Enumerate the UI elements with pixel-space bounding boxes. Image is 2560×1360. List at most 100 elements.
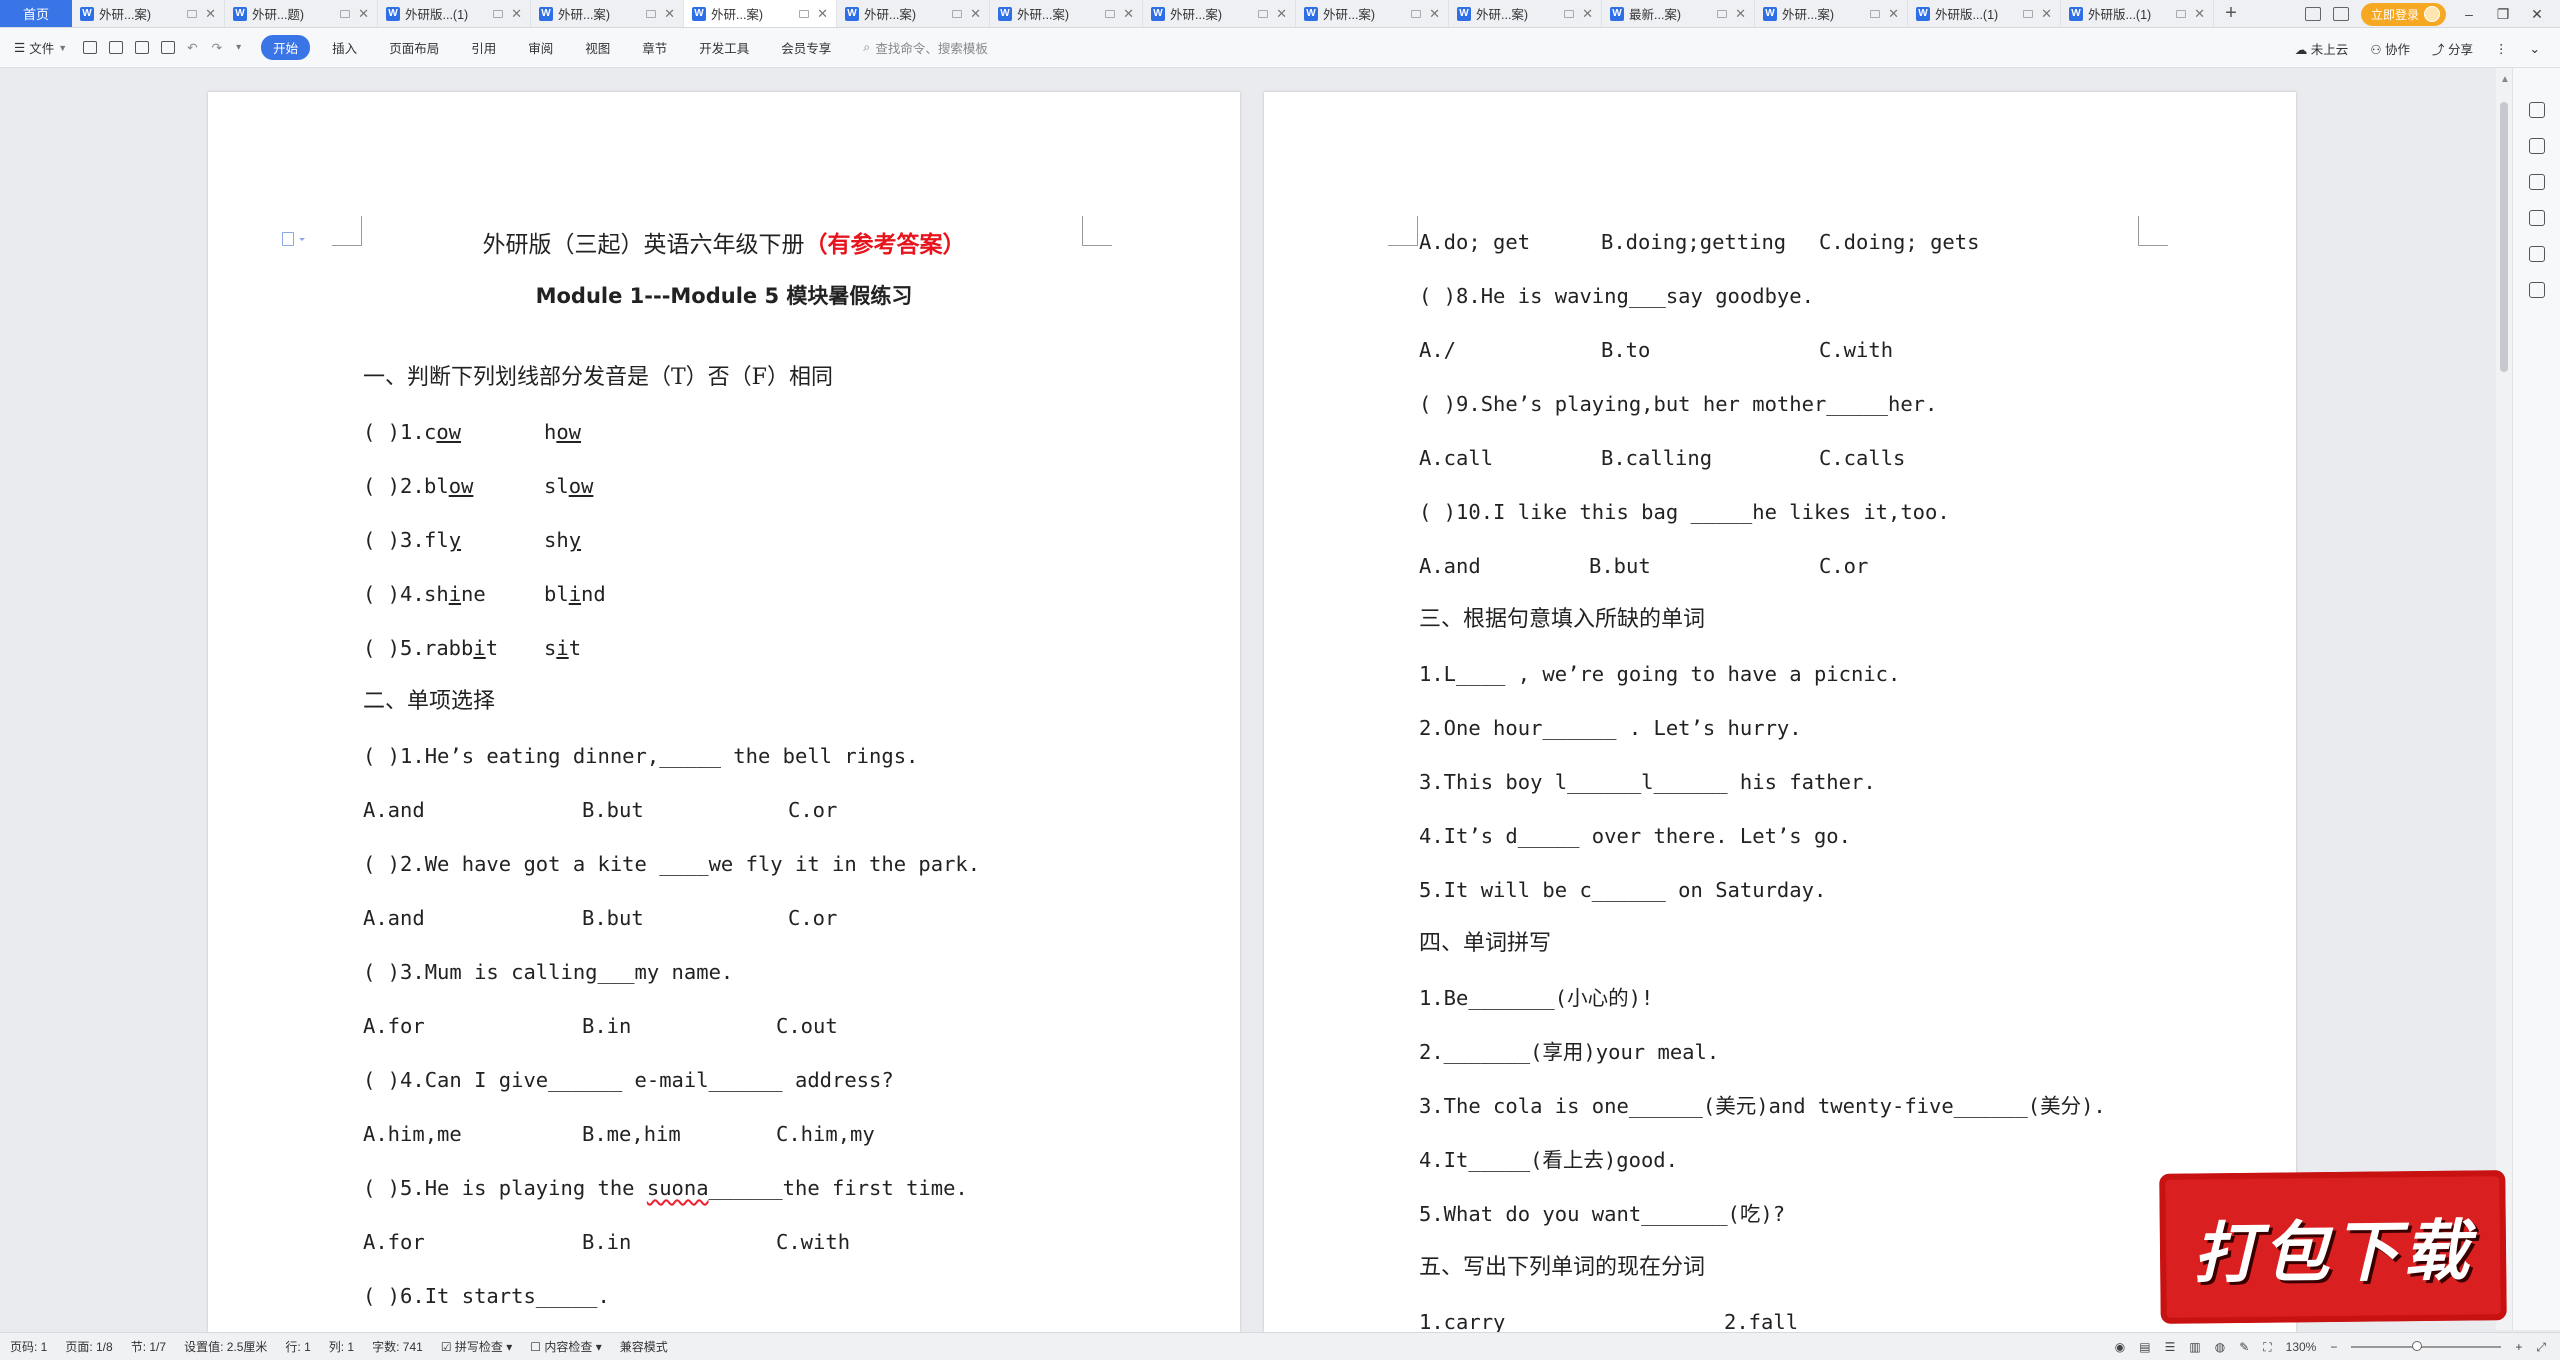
zoom-value[interactable]: 130% [2286, 1340, 2317, 1354]
ribbon-tab[interactable]: 章节 [642, 38, 667, 57]
document-tab[interactable]: W 外研...案) ✕ [837, 0, 990, 27]
close-tab-icon[interactable]: ✕ [511, 6, 522, 22]
home-tab[interactable]: 首页 [0, 0, 72, 27]
close-tab-icon[interactable]: ✕ [2041, 6, 2052, 22]
document-tab[interactable]: W 最新...案) ✕ [1602, 0, 1755, 27]
ribbon-tab[interactable]: 审阅 [528, 38, 553, 57]
close-tab-icon[interactable]: ✕ [1429, 6, 1440, 22]
ribbon-tab[interactable]: 引用 [471, 38, 496, 57]
ribbon-tab[interactable]: 视图 [585, 38, 610, 57]
status-words[interactable]: 字数: 741 [372, 1338, 423, 1355]
more-options-icon[interactable]: ⋮ [2495, 41, 2508, 56]
preview-icon[interactable] [161, 41, 176, 54]
fullscreen-icon[interactable]: ⤢ [2536, 1340, 2546, 1355]
vertical-scrollbar[interactable]: ▲ [2496, 68, 2512, 1330]
book-icon[interactable] [2529, 282, 2545, 298]
close-tab-icon[interactable]: ✕ [1735, 6, 1746, 22]
window-icon[interactable] [1411, 9, 1422, 18]
download-bundle-banner[interactable]: 打包下载 [2159, 1170, 2507, 1324]
print-icon[interactable] [135, 41, 150, 54]
collapse-ribbon-icon[interactable]: ⌄ [2530, 41, 2540, 56]
close-tab-icon[interactable]: ✕ [205, 6, 216, 22]
collab-button[interactable]: ⚇ 协作 [2370, 39, 2410, 58]
document-page-2[interactable]: A.do; get B.doing;getting C.doing; gets ( … [1264, 92, 2296, 1332]
close-tab-icon[interactable]: ✕ [1123, 6, 1134, 22]
spell-check-toggle[interactable]: ☑ 拼写检查 ▾ [441, 1338, 512, 1355]
close-tab-icon[interactable]: ✕ [1888, 6, 1899, 22]
ribbon-tab[interactable]: 插入 [332, 38, 357, 57]
scrollbar-thumb[interactable] [2500, 102, 2508, 372]
more-icon[interactable]: ▾ [236, 42, 241, 53]
pen-icon[interactable] [2529, 102, 2545, 118]
grid-icon[interactable] [2332, 7, 2349, 21]
document-tab[interactable]: W 外研...案) ✕ [1755, 0, 1908, 27]
page-view-icon[interactable]: ▤ [2139, 1340, 2150, 1354]
new-tab-button[interactable]: + [2214, 0, 2248, 27]
scroll-up-icon[interactable]: ▲ [2500, 74, 2510, 85]
document-tab[interactable]: W 外研...案) ✕ [1449, 0, 1602, 27]
redo-icon[interactable]: ↷ [212, 40, 222, 55]
window-icon[interactable] [493, 9, 504, 18]
close-tab-icon[interactable]: ✕ [1582, 6, 1593, 22]
window-icon[interactable] [1258, 9, 1269, 18]
window-icon[interactable] [1564, 9, 1575, 18]
content-check-toggle[interactable]: ☐ 内容检查 ▾ [530, 1338, 601, 1355]
zoom-in-icon[interactable]: + [2515, 1340, 2522, 1354]
window-icon[interactable] [799, 9, 810, 18]
window-icon[interactable] [1717, 9, 1728, 18]
location-icon[interactable] [2529, 246, 2545, 262]
image-icon[interactable] [2529, 210, 2545, 226]
zoom-out-icon[interactable]: − [2330, 1340, 2337, 1354]
outline-view-icon[interactable]: ☰ [2165, 1340, 2176, 1354]
login-button[interactable]: 立即登录 [2360, 2, 2446, 26]
window-icon[interactable] [952, 9, 963, 18]
close-tab-icon[interactable]: ✕ [1276, 6, 1287, 22]
window-icon[interactable] [187, 9, 198, 18]
document-page-1[interactable]: 外研版（三起）英语六年级下册（有参考答案） Module 1---Module … [208, 92, 1240, 1332]
read-view-icon[interactable]: ▥ [2189, 1340, 2200, 1354]
window-icon[interactable] [1105, 9, 1116, 18]
window-icon[interactable] [340, 9, 351, 18]
document-tab[interactable]: W 外研...案) ✕ [684, 0, 837, 27]
eye-icon[interactable]: ◉ [2115, 1340, 2125, 1354]
document-tab[interactable]: W 外研...题) ✕ [225, 0, 378, 27]
ribbon-tab[interactable]: 开发工具 [699, 38, 749, 57]
document-tab[interactable]: W 外研...案) ✕ [1296, 0, 1449, 27]
save-icon[interactable] [83, 41, 98, 54]
file-menu[interactable]: ☰ 文件 ▼ [14, 38, 67, 57]
window-icon[interactable] [2023, 9, 2034, 18]
settings-icon[interactable] [2529, 174, 2545, 190]
document-tab[interactable]: W 外研版...(1) ✕ [378, 0, 531, 27]
document-tab[interactable]: W 外研...案) ✕ [531, 0, 684, 27]
spell-error-word[interactable]: suona [647, 1176, 709, 1200]
zoom-slider[interactable] [2351, 1341, 2502, 1351]
window-icon[interactable] [1870, 9, 1881, 18]
document-tab[interactable]: W 外研...案) ✕ [1143, 0, 1296, 27]
document-tab[interactable]: W 外研版...(1) ✕ [2061, 0, 2214, 27]
document-tab[interactable]: W 外研...案) ✕ [990, 0, 1143, 27]
restore-icon[interactable]: ❐ [2492, 6, 2514, 23]
ribbon-tab[interactable]: 会员专享 [781, 38, 831, 57]
window-icon[interactable] [2176, 9, 2187, 18]
minimize-icon[interactable]: – [2458, 6, 2480, 22]
web-view-icon[interactable]: ◍ [2215, 1340, 2225, 1354]
close-tab-icon[interactable]: ✕ [664, 6, 675, 22]
layout-icon[interactable] [2304, 7, 2321, 21]
export-icon[interactable] [109, 41, 124, 54]
select-icon[interactable] [2529, 138, 2545, 154]
close-tab-icon[interactable]: ✕ [817, 6, 828, 22]
close-tab-icon[interactable]: ✕ [358, 6, 369, 22]
undo-icon[interactable]: ↶ [187, 40, 197, 55]
edit-icon[interactable]: ✎ [2239, 1340, 2249, 1354]
close-tab-icon[interactable]: ✕ [970, 6, 981, 22]
cloud-button[interactable]: ☁ 未上云 [2295, 39, 2349, 58]
command-search[interactable]: ⌕ 查找命令、搜索模板 [863, 38, 988, 57]
ribbon-tab[interactable]: 开始 [261, 35, 311, 60]
status-pages[interactable]: 页面: 1/8 [65, 1338, 112, 1355]
document-tab[interactable]: W 外研...案) ✕ [72, 0, 225, 27]
zoom-slider-knob[interactable] [2411, 1341, 2422, 1351]
fit-icon[interactable]: ⛶ [2263, 1340, 2271, 1355]
close-window-icon[interactable]: ✕ [2526, 6, 2548, 23]
ribbon-tab[interactable]: 页面布局 [389, 38, 439, 57]
window-icon[interactable] [646, 9, 657, 18]
